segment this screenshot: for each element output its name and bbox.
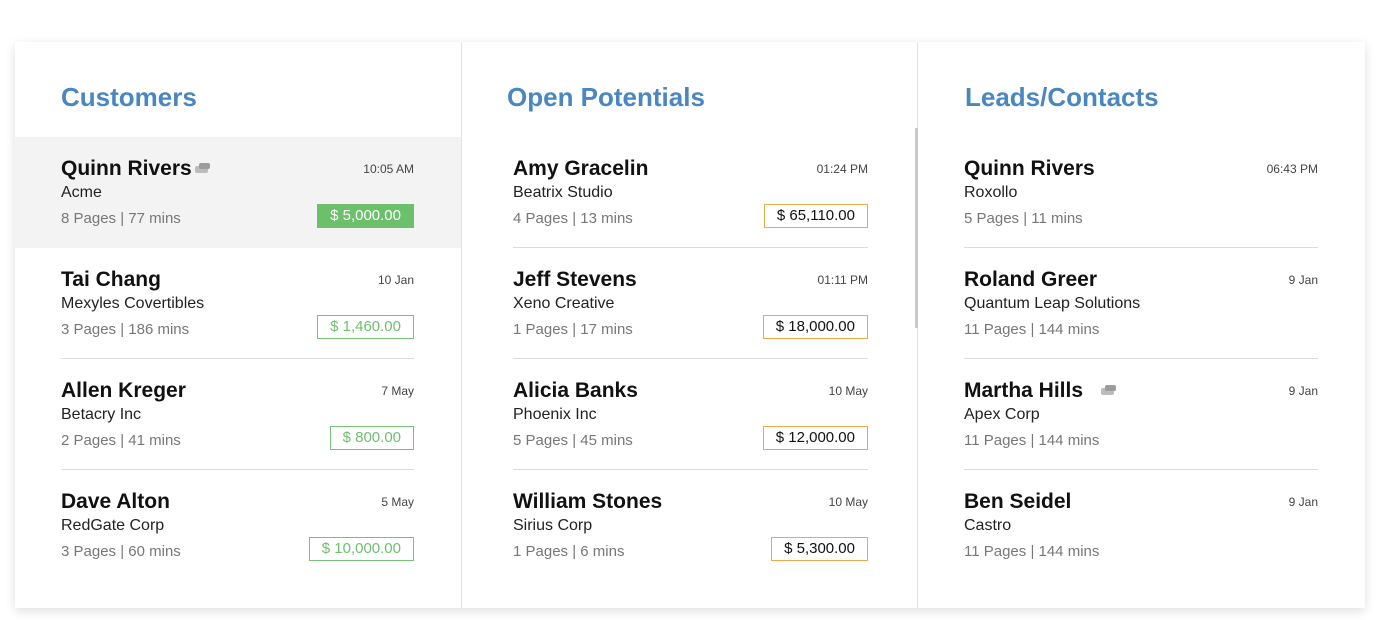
company-name: Xeno Creative bbox=[513, 295, 615, 312]
company-name: Phoenix Inc bbox=[513, 406, 597, 423]
timestamp: 9 Jan bbox=[1288, 495, 1318, 509]
company-name: Acme bbox=[61, 184, 102, 201]
contact-name: Quinn Rivers bbox=[964, 157, 1095, 180]
timestamp: 7 May bbox=[381, 384, 414, 398]
company-name: Mexyles Covertibles bbox=[61, 295, 205, 312]
customers-title: Customers bbox=[61, 82, 197, 112]
scrollbar[interactable] bbox=[915, 128, 918, 328]
company-name: Castro bbox=[964, 517, 1012, 534]
company-name: Beatrix Studio bbox=[513, 184, 613, 201]
customers-list: Quinn Rivers Acme 8 Pages | 77 mins 10:0… bbox=[15, 137, 461, 581]
contact-name: Martha Hills bbox=[964, 379, 1084, 402]
company-name: Quantum Leap Solutions bbox=[964, 295, 1141, 312]
leads-contacts-list: Quinn Rivers Roxollo 5 Pages | 11 mins 0… bbox=[918, 137, 1365, 581]
dashboard-card: Customers Quinn Rivers Acme 8 Pages | 77… bbox=[15, 42, 1365, 608]
open-potentials-title: Open Potentials bbox=[507, 82, 705, 112]
pages-duration: 3 Pages | 186 mins bbox=[61, 321, 190, 338]
pages-duration: 3 Pages | 60 mins bbox=[61, 543, 181, 560]
pages-duration: 4 Pages | 13 mins bbox=[513, 210, 633, 227]
contact-name: Tai Chang bbox=[61, 268, 161, 291]
timestamp: 9 Jan bbox=[1288, 384, 1318, 398]
amount-badge: $ 800.00 bbox=[329, 426, 414, 450]
customer-row-dave-alton[interactable]: Dave Alton RedGate Corp 3 Pages | 60 min… bbox=[15, 470, 461, 581]
timestamp: 10:05 AM bbox=[363, 162, 414, 176]
lead-row-martha-hills[interactable]: Martha Hills Apex Corp 11 Pages | 144 mi… bbox=[918, 359, 1365, 470]
timestamp: 01:11 PM bbox=[817, 273, 868, 287]
potential-row-jeff-stevens[interactable]: Jeff Stevens Xeno Creative 1 Pages | 17 … bbox=[462, 248, 917, 359]
customer-row-quinn-rivers[interactable]: Quinn Rivers Acme 8 Pages | 77 mins 10:0… bbox=[15, 137, 461, 248]
amount-badge: $ 5,000.00 bbox=[317, 204, 414, 228]
pages-duration: 2 Pages | 41 mins bbox=[61, 432, 181, 449]
customer-row-allen-kreger[interactable]: Allen Kreger Betacry Inc 2 Pages | 41 mi… bbox=[15, 359, 461, 470]
pages-duration: 8 Pages | 77 mins bbox=[61, 210, 181, 227]
timestamp: 10 May bbox=[828, 384, 868, 398]
pages-duration: 5 Pages | 11 mins bbox=[964, 210, 1083, 227]
lead-row-ben-seidel[interactable]: Ben Seidel Castro 11 Pages | 144 mins 9 … bbox=[918, 470, 1365, 581]
contact-name: Jeff Stevens bbox=[513, 268, 637, 291]
contact-name: Quinn Rivers bbox=[61, 157, 192, 180]
company-name: Betacry Inc bbox=[61, 406, 142, 423]
potential-row-alicia-banks[interactable]: Alicia Banks Phoenix Inc 5 Pages | 45 mi… bbox=[462, 359, 917, 470]
amount-badge: $ 12,000.00 bbox=[762, 426, 868, 450]
pages-duration: 5 Pages | 45 mins bbox=[513, 432, 633, 449]
company-name: Apex Corp bbox=[964, 406, 1040, 423]
customers-column: Customers Quinn Rivers Acme 8 Pages | 77… bbox=[15, 42, 462, 608]
contact-name: Roland Greer bbox=[964, 268, 1098, 291]
open-potentials-column: Open Potentials Amy Gracelin Beatrix Stu… bbox=[462, 42, 918, 608]
contact-name: William Stones bbox=[513, 490, 663, 513]
amount-badge: $ 10,000.00 bbox=[308, 537, 414, 561]
timestamp: 10 May bbox=[828, 495, 868, 509]
timestamp: 06:43 PM bbox=[1266, 162, 1318, 176]
amount-badge: $ 18,000.00 bbox=[762, 315, 868, 339]
lead-row-roland-greer[interactable]: Roland Greer Quantum Leap Solutions 11 P… bbox=[918, 248, 1365, 359]
company-name: Sirius Corp bbox=[513, 517, 593, 534]
company-name: Roxollo bbox=[964, 184, 1018, 201]
lead-row-quinn-rivers[interactable]: Quinn Rivers Roxollo 5 Pages | 11 mins 0… bbox=[918, 137, 1365, 248]
timestamp: 10 Jan bbox=[377, 273, 414, 287]
pages-duration: 11 Pages | 144 mins bbox=[964, 432, 1100, 449]
contact-name: Dave Alton bbox=[61, 490, 170, 513]
pages-duration: 11 Pages | 144 mins bbox=[964, 543, 1100, 560]
timestamp: 01:24 PM bbox=[816, 162, 868, 176]
amount-badge: $ 1,460.00 bbox=[317, 315, 414, 339]
amount-badge: $ 5,300.00 bbox=[771, 537, 868, 561]
company-name: RedGate Corp bbox=[61, 517, 165, 534]
pages-duration: 1 Pages | 6 mins bbox=[513, 543, 625, 560]
pages-duration: 11 Pages | 144 mins bbox=[964, 321, 1100, 338]
amount-badge: $ 65,110.00 bbox=[763, 204, 868, 228]
contact-name: Alicia Banks bbox=[513, 379, 638, 402]
contact-name: Allen Kreger bbox=[61, 379, 186, 402]
leads-contacts-title: Leads/Contacts bbox=[965, 82, 1159, 112]
customer-row-tai-chang[interactable]: Tai Chang Mexyles Covertibles 3 Pages | … bbox=[15, 248, 461, 359]
potential-row-william-stones[interactable]: William Stones Sirius Corp 1 Pages | 6 m… bbox=[462, 470, 917, 581]
chat-bubbles-icon bbox=[194, 162, 210, 173]
pages-duration: 1 Pages | 17 mins bbox=[513, 321, 633, 338]
timestamp: 5 May bbox=[381, 495, 414, 509]
contact-name: Ben Seidel bbox=[964, 490, 1072, 513]
contact-name: Amy Gracelin bbox=[513, 157, 649, 180]
potential-row-amy-gracelin[interactable]: Amy Gracelin Beatrix Studio 4 Pages | 13… bbox=[462, 137, 917, 248]
chat-bubbles-icon bbox=[1101, 384, 1117, 395]
timestamp: 9 Jan bbox=[1288, 273, 1318, 287]
open-potentials-list: Amy Gracelin Beatrix Studio 4 Pages | 13… bbox=[462, 137, 917, 581]
leads-contacts-column: Leads/Contacts Quinn Rivers Roxollo 5 Pa… bbox=[918, 42, 1365, 608]
